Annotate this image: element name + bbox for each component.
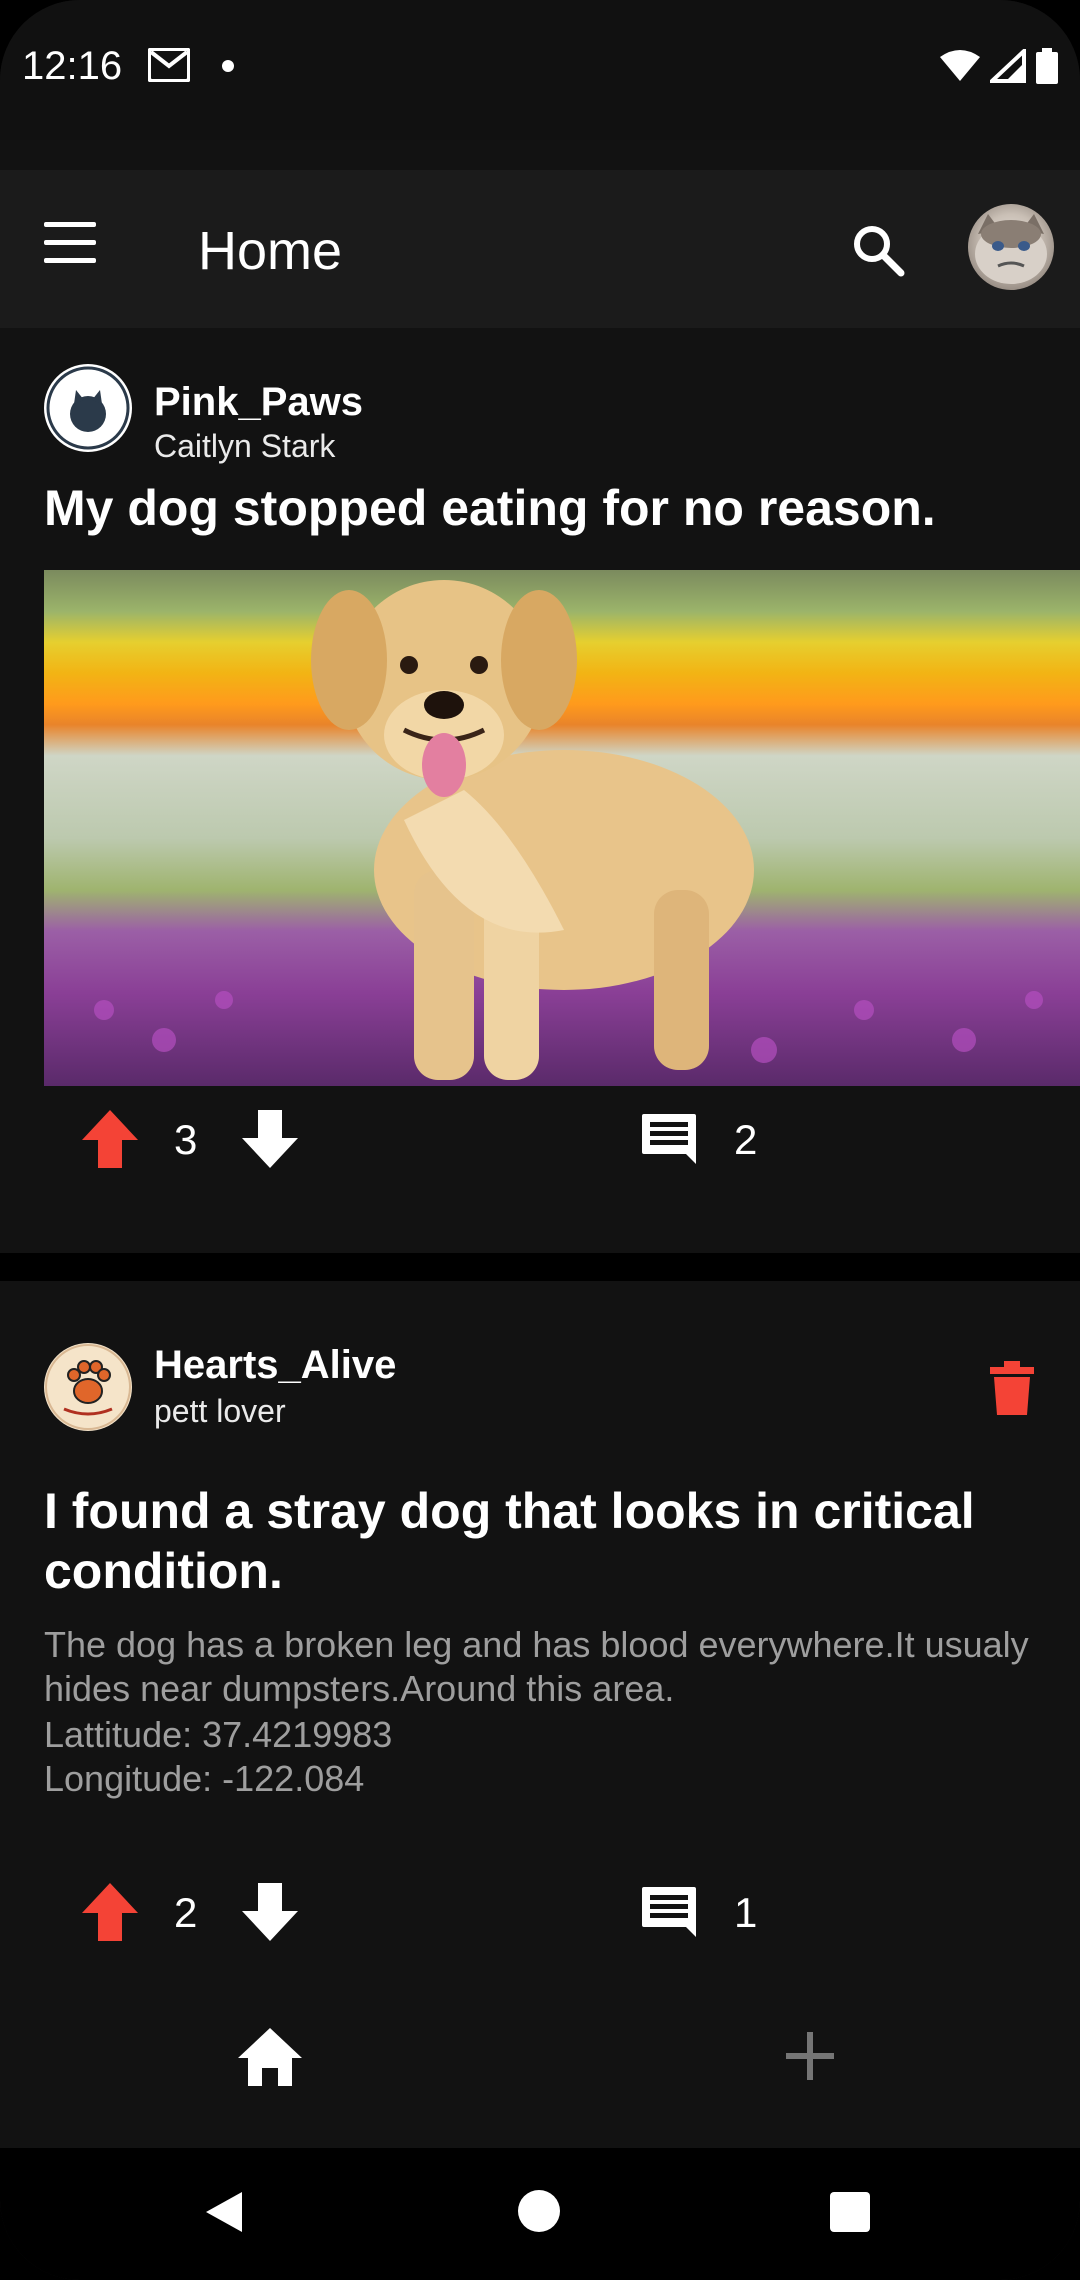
paw-logo-icon — [45, 1344, 131, 1430]
post-divider — [0, 1253, 1080, 1281]
post-card[interactable]: Pink_Paws Caitlyn Stark My dog stopped e… — [0, 328, 1080, 1253]
comment-count: 1 — [734, 1889, 758, 1936]
post-body: The dog has a broken leg and has blood e… — [44, 1624, 1029, 1709]
status-time: 12:16 — [22, 44, 123, 88]
upvote-icon[interactable] — [80, 1881, 140, 1943]
signal-icon — [990, 49, 1026, 83]
post-longitude: Longitude: -122.084 — [44, 1758, 365, 1799]
post-username[interactable]: Pink_Paws — [154, 380, 363, 425]
menu-icon[interactable] — [44, 222, 104, 270]
post-display-name: pett lover — [154, 1393, 286, 1429]
notification-dot-icon — [222, 60, 234, 72]
user-avatar[interactable] — [968, 204, 1054, 290]
post-username[interactable]: Hearts_Alive — [154, 1343, 396, 1388]
recents-icon[interactable] — [830, 2192, 870, 2232]
post-action-bar — [0, 768, 1080, 848]
page-title: Home — [198, 221, 343, 281]
status-right-icons — [940, 48, 1058, 84]
post-action-row: 2 1 — [0, 1871, 1080, 1951]
comment-icon[interactable] — [640, 1885, 698, 1939]
post-title[interactable]: I found a stray dog that looks in critic… — [44, 1481, 1044, 1601]
screen: 12:16 Home Pink_Paws Caitlyn Stark My do… — [0, 0, 1080, 2280]
downvote-icon[interactable] — [240, 1881, 300, 1943]
wifi-icon — [940, 50, 980, 81]
post-card[interactable]: Hearts_Alive pett lover I found a stray … — [0, 1281, 1080, 1981]
comment-icon[interactable] — [640, 1112, 698, 1166]
post-title[interactable]: My dog stopped eating for no reason. — [44, 478, 1044, 538]
cat-avatar-icon — [975, 214, 1047, 284]
cat-logo-icon — [46, 366, 130, 450]
app-bar: Home — [0, 170, 1080, 328]
post-display-name: Caitlyn Stark — [154, 428, 336, 464]
vote-count: 3 — [174, 1116, 198, 1163]
comment-count: 2 — [734, 1116, 758, 1163]
avatar[interactable] — [44, 1343, 132, 1431]
gmail-icon — [148, 48, 190, 82]
battery-icon — [1036, 48, 1058, 84]
status-bar: 12:16 — [0, 0, 1080, 140]
vote-count: 2 — [174, 1889, 198, 1936]
post-latitude: Lattitude: 37.4219983 — [44, 1714, 393, 1755]
back-icon[interactable] — [204, 2190, 244, 2234]
home-icon[interactable] — [236, 2026, 304, 2088]
bottom-nav — [0, 1990, 1080, 2148]
post-action-row: 3 2 — [0, 1098, 1080, 1178]
add-icon[interactable] — [782, 2028, 838, 2084]
delete-icon[interactable] — [990, 1361, 1034, 1415]
system-nav-bar — [0, 2148, 1080, 2280]
avatar[interactable] — [44, 364, 132, 452]
system-home-icon[interactable] — [518, 2190, 560, 2232]
upvote-icon[interactable] — [80, 1108, 140, 1170]
search-icon[interactable] — [848, 220, 908, 280]
downvote-icon[interactable] — [240, 1108, 300, 1170]
